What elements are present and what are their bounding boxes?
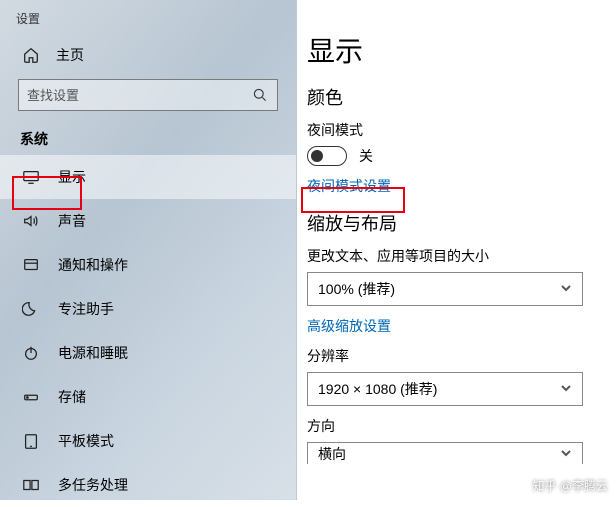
night-mode-label: 夜间模式 xyxy=(307,120,606,140)
chevron-down-icon xyxy=(560,381,572,397)
sidebar-item-focus[interactable]: 专注助手 xyxy=(0,287,296,331)
orientation-label: 方向 xyxy=(307,416,606,436)
night-mode-toggle-row: 关 xyxy=(307,146,606,166)
section-color: 颜色 xyxy=(307,84,606,110)
sidebar-item-sound[interactable]: 声音 xyxy=(0,199,296,243)
sidebar-item-tablet[interactable]: 平板模式 xyxy=(0,419,296,463)
night-mode-settings-link[interactable]: 夜间模式设置 xyxy=(307,176,391,196)
toggle-state-label: 关 xyxy=(359,146,373,166)
orientation-value: 横向 xyxy=(318,444,346,464)
chevron-down-icon xyxy=(560,281,572,297)
monitor-icon xyxy=(22,168,40,186)
sidebar: 设置 主页 系统 显示 声音 通知和操作 xyxy=(0,0,297,500)
main-panel: 显示 颜色 夜间模式 关 夜间模式设置 缩放与布局 更改文本、应用等项目的大小 … xyxy=(297,0,616,500)
sidebar-item-notifications[interactable]: 通知和操作 xyxy=(0,243,296,287)
moon-icon xyxy=(22,300,40,318)
sound-icon xyxy=(22,212,40,230)
section-scale: 缩放与布局 xyxy=(307,210,606,236)
chevron-down-icon xyxy=(560,446,572,462)
resolution-label: 分辨率 xyxy=(307,346,606,366)
sidebar-item-power[interactable]: 电源和睡眠 xyxy=(0,331,296,375)
power-icon xyxy=(22,344,40,362)
search-input[interactable] xyxy=(27,88,251,103)
watermark: 知乎 @李腾云 xyxy=(532,477,608,494)
notification-icon xyxy=(22,256,40,274)
storage-icon xyxy=(22,388,40,406)
sidebar-item-label: 显示 xyxy=(58,167,86,187)
sidebar-item-label: 平板模式 xyxy=(58,431,114,451)
sidebar-item-home[interactable]: 主页 xyxy=(0,35,296,75)
sidebar-item-label: 专注助手 xyxy=(58,299,114,319)
orientation-select[interactable]: 横向 xyxy=(307,442,583,464)
section-label: 系统 xyxy=(0,121,296,155)
sidebar-item-storage[interactable]: 存储 xyxy=(0,375,296,419)
resolution-select[interactable]: 1920 × 1080 (推荐) xyxy=(307,372,583,406)
search-container xyxy=(0,75,296,121)
resolution-value: 1920 × 1080 (推荐) xyxy=(318,379,437,399)
sidebar-item-label: 声音 xyxy=(58,211,86,231)
sidebar-item-display[interactable]: 显示 xyxy=(0,155,296,199)
scale-select[interactable]: 100% (推荐) xyxy=(307,272,583,306)
sidebar-home-label: 主页 xyxy=(56,45,84,65)
scale-label: 更改文本、应用等项目的大小 xyxy=(307,246,606,266)
scale-value: 100% (推荐) xyxy=(318,279,395,299)
sidebar-item-label: 通知和操作 xyxy=(58,255,128,275)
tablet-icon xyxy=(22,432,40,450)
home-icon xyxy=(22,46,40,64)
sidebar-item-label: 存储 xyxy=(58,387,86,407)
advanced-scale-link[interactable]: 高级缩放设置 xyxy=(307,316,391,336)
page-title: 显示 xyxy=(307,30,606,70)
multitask-icon xyxy=(22,476,40,494)
sidebar-item-label: 电源和睡眠 xyxy=(58,343,128,363)
night-mode-toggle[interactable] xyxy=(307,146,347,166)
search-box[interactable] xyxy=(18,79,278,111)
sidebar-item-multitask[interactable]: 多任务处理 xyxy=(0,463,296,507)
sidebar-item-label: 多任务处理 xyxy=(58,475,128,495)
search-icon xyxy=(251,86,269,104)
app-title: 设置 xyxy=(0,0,296,35)
